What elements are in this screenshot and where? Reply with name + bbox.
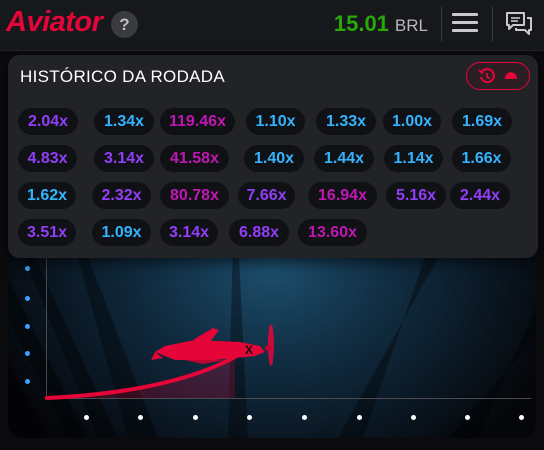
plane-icon: X <box>151 324 274 366</box>
history-multiplier-chip[interactable]: 13.60x <box>298 219 367 246</box>
history-multiplier-chip[interactable]: 1.34x <box>94 108 154 135</box>
history-multiplier-chip[interactable]: 119.46x <box>160 108 235 135</box>
svg-text:X: X <box>245 343 253 357</box>
round-history-panel: HISTÓRICO DA RODADA 2.04x 1.34x 119.46x 1.1… <box>8 55 538 258</box>
history-toggle-button[interactable] <box>466 62 530 90</box>
history-multiplier-chip[interactable]: 16.94x <box>308 182 377 209</box>
history-multiplier-chip[interactable]: 1.00x <box>383 108 441 135</box>
history-multiplier-chip[interactable]: 2.32x <box>92 182 151 209</box>
history-multiplier-chip[interactable]: 1.10x <box>246 108 305 135</box>
history-multiplier-chip[interactable]: 80.78x <box>160 182 229 209</box>
history-title: HISTÓRICO DA RODADA <box>20 67 226 86</box>
history-multiplier-chip[interactable]: 3.14x <box>160 219 218 246</box>
history-multiplier-chip[interactable]: 4.83x <box>18 145 77 172</box>
history-multiplier-chip[interactable]: 1.40x <box>244 145 304 172</box>
history-row: 4.83x 3.14x 41.58x 1.40x 1.44x 1.14x 1.66x <box>18 145 538 182</box>
history-multiplier-chip[interactable]: 3.51x <box>18 219 76 246</box>
history-row: 1.62x 2.32x 80.78x 7.66x 16.94x 5.16x 2.44x <box>18 182 538 219</box>
history-multiplier-chip[interactable]: 41.58x <box>160 145 229 172</box>
history-multiplier-chip[interactable]: 5.16x <box>386 182 446 209</box>
history-multiplier-chip[interactable]: 2.44x <box>450 182 510 209</box>
history-multiplier-chip[interactable]: 1.14x <box>384 145 443 172</box>
history-multiplier-chip[interactable]: 1.62x <box>18 182 76 209</box>
history-row: 3.51x 1.09x 3.14x 6.88x 13.60x <box>18 219 538 256</box>
history-multiplier-chip[interactable]: 6.88x <box>229 219 289 246</box>
history-icon <box>478 68 495 84</box>
history-multipliers: 2.04x 1.34x 119.46x 1.10x 1.33x 1.00x 1.69x 4.8… <box>18 108 538 256</box>
history-row: 2.04x 1.34x 119.46x 1.10x 1.33x 1.00x 1.69x <box>18 108 538 145</box>
history-multiplier-chip[interactable]: 1.69x <box>452 108 512 135</box>
history-multiplier-chip[interactable]: 1.33x <box>316 108 376 135</box>
history-multiplier-chip[interactable]: 1.09x <box>92 219 151 246</box>
history-multiplier-chip[interactable]: 2.04x <box>18 108 78 135</box>
history-multiplier-chip[interactable]: 1.44x <box>314 145 374 172</box>
history-multiplier-chip[interactable]: 7.66x <box>238 182 295 209</box>
history-multiplier-chip[interactable]: 1.66x <box>452 145 511 172</box>
chevron-up-icon <box>505 72 517 79</box>
history-multiplier-chip[interactable]: 3.14x <box>94 145 154 172</box>
